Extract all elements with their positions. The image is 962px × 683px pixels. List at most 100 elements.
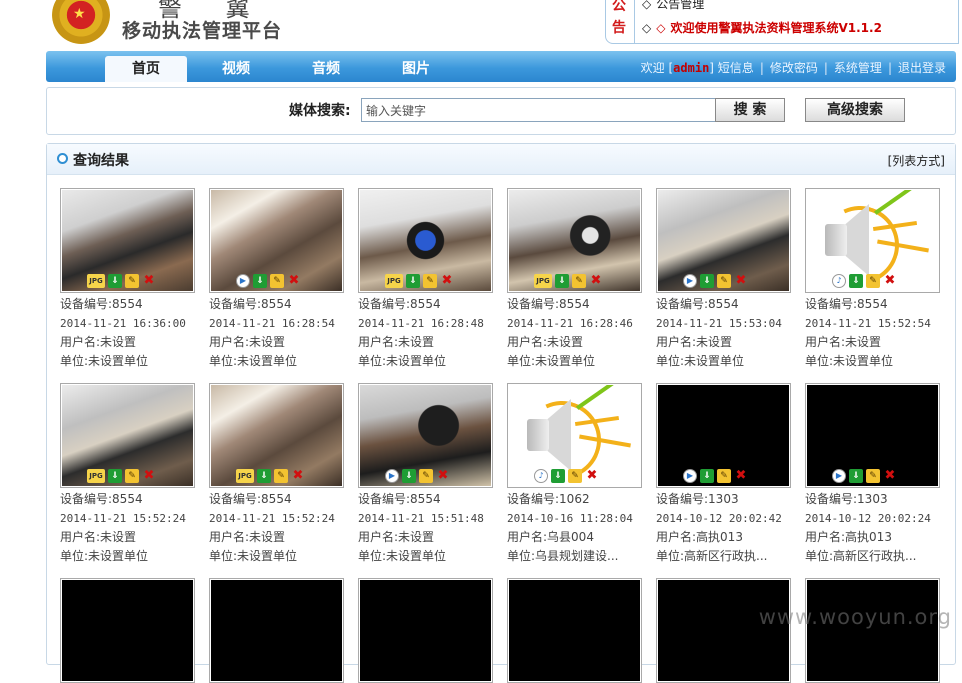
notice-item[interactable]: ◇ ◇ 欢迎使用警翼执法资料管理系统V1.1.2 bbox=[642, 19, 882, 36]
media-thumbnail[interactable]: JPG ⇓ ✎ ✖ bbox=[358, 188, 493, 293]
download-icon[interactable]: ⇓ bbox=[849, 274, 863, 288]
media-thumbnail[interactable]: ▶ ⇓ ✎ ✖ bbox=[805, 383, 940, 488]
media-thumbnail[interactable]: JPG ⇓ ✎ ✖ bbox=[60, 188, 195, 293]
link-logout[interactable]: 退出登录 bbox=[898, 61, 946, 75]
edit-icon[interactable]: ✎ bbox=[866, 469, 880, 483]
download-icon[interactable]: ⇓ bbox=[257, 469, 271, 483]
media-thumbnail[interactable]: ♪ ⇓ ✎ ✖ bbox=[507, 383, 642, 488]
link-change-password[interactable]: 修改密码 bbox=[770, 61, 818, 75]
note-icon[interactable]: ♪ bbox=[534, 469, 548, 483]
delete-icon[interactable]: ✖ bbox=[589, 274, 603, 288]
user-name: 用户名:高执013 bbox=[656, 530, 743, 544]
download-icon[interactable]: ⇓ bbox=[108, 274, 122, 288]
thumbnail-image[interactable] bbox=[360, 580, 491, 681]
media-thumbnail[interactable]: ♪ ⇓ ✎ ✖ bbox=[805, 188, 940, 293]
search-input[interactable] bbox=[361, 98, 719, 122]
edit-icon[interactable]: ✎ bbox=[419, 469, 433, 483]
download-icon[interactable]: ⇓ bbox=[108, 469, 122, 483]
delete-icon[interactable]: ✖ bbox=[883, 274, 897, 288]
thumbnail-image[interactable] bbox=[211, 580, 342, 681]
download-icon[interactable]: ⇓ bbox=[700, 469, 714, 483]
download-icon[interactable]: ⇓ bbox=[700, 274, 714, 288]
edit-icon[interactable]: ✎ bbox=[423, 274, 437, 288]
user-links: 欢迎 [admin] 短信息 | 修改密码 | 系统管理 | 退出登录 bbox=[640, 61, 946, 75]
media-thumbnail[interactable]: JPG ⇓ ✎ ✖ bbox=[209, 383, 344, 488]
delete-icon[interactable]: ✖ bbox=[287, 274, 301, 288]
jpg-badge-icon: JPG bbox=[87, 274, 105, 288]
edit-icon[interactable]: ✎ bbox=[125, 274, 139, 288]
media-meta: 设备编号:8554 2014-11-21 16:36:00 用户名:未设置 单位:未设… bbox=[60, 295, 200, 371]
delete-icon[interactable]: ✖ bbox=[883, 469, 897, 483]
download-icon[interactable]: ⇓ bbox=[551, 469, 565, 483]
main-nav: 首页 视频 音频 图片 欢迎 [admin] 短信息 | 修改密码 | 系统管理 | 退出登… bbox=[46, 51, 956, 82]
media-thumbnail[interactable] bbox=[209, 578, 344, 683]
media-toolbar: ▶ ⇓ ✎ ✖ bbox=[385, 469, 450, 483]
download-icon[interactable]: ⇓ bbox=[406, 274, 420, 288]
timestamp: 2014-11-21 16:28:48 bbox=[358, 317, 484, 330]
edit-icon[interactable]: ✎ bbox=[568, 469, 582, 483]
media-thumbnail[interactable]: ▶ ⇓ ✎ ✖ bbox=[209, 188, 344, 293]
media-thumbnail[interactable] bbox=[805, 578, 940, 683]
delete-icon[interactable]: ✖ bbox=[142, 469, 156, 483]
unit-name: 单位:高新区行政执... bbox=[656, 549, 768, 563]
tab-video[interactable]: 视频 bbox=[196, 56, 276, 82]
media-thumbnail[interactable] bbox=[358, 578, 493, 683]
download-icon[interactable]: ⇓ bbox=[555, 274, 569, 288]
media-thumbnail[interactable]: ▶ ⇓ ✎ ✖ bbox=[656, 188, 791, 293]
note-icon[interactable]: ♪ bbox=[832, 274, 846, 288]
username: admin bbox=[673, 61, 710, 75]
delete-icon[interactable]: ✖ bbox=[291, 469, 305, 483]
edit-icon[interactable]: ✎ bbox=[274, 469, 288, 483]
thumbnail-image[interactable] bbox=[62, 580, 193, 681]
play-icon[interactable]: ▶ bbox=[832, 469, 846, 483]
media-thumbnail[interactable] bbox=[507, 578, 642, 683]
search-button[interactable]: 搜 索 bbox=[715, 98, 785, 122]
edit-icon[interactable]: ✎ bbox=[717, 469, 731, 483]
download-icon[interactable]: ⇓ bbox=[849, 469, 863, 483]
notice-item-text[interactable]: 欢迎使用警翼执法资料管理系统V1.1.2 bbox=[670, 21, 881, 35]
link-system-admin[interactable]: 系统管理 bbox=[834, 61, 882, 75]
delete-icon[interactable]: ✖ bbox=[734, 274, 748, 288]
play-icon[interactable]: ▶ bbox=[236, 274, 250, 288]
notice-item[interactable]: ◇ 公告管理 bbox=[642, 0, 704, 12]
play-icon[interactable]: ▶ bbox=[385, 469, 399, 483]
play-icon[interactable]: ▶ bbox=[683, 469, 697, 483]
tab-image[interactable]: 图片 bbox=[376, 56, 456, 82]
download-icon[interactable]: ⇓ bbox=[253, 274, 267, 288]
media-thumbnail[interactable]: JPG ⇓ ✎ ✖ bbox=[507, 188, 642, 293]
notice-item-text[interactable]: 公告管理 bbox=[656, 0, 704, 11]
app-header: ★ 警 翼 移动执法管理平台 公告 ◇ 公告管理 ◇ ◇ 欢迎使用警翼执法资料管理系统… bbox=[0, 0, 962, 48]
edit-icon[interactable]: ✎ bbox=[125, 469, 139, 483]
delete-icon[interactable]: ✖ bbox=[436, 469, 450, 483]
media-thumbnail[interactable] bbox=[60, 578, 195, 683]
media-thumbnail[interactable]: ▶ ⇓ ✎ ✖ bbox=[358, 383, 493, 488]
link-messages[interactable]: 短信息 bbox=[718, 61, 754, 75]
device-id: 设备编号:8554 bbox=[358, 297, 441, 311]
delete-icon[interactable]: ✖ bbox=[142, 274, 156, 288]
advanced-search-button[interactable]: 高级搜索 bbox=[805, 98, 905, 122]
media-thumbnail[interactable] bbox=[656, 578, 791, 683]
download-icon[interactable]: ⇓ bbox=[402, 469, 416, 483]
tab-home[interactable]: 首页 bbox=[105, 56, 187, 82]
edit-icon[interactable]: ✎ bbox=[270, 274, 284, 288]
media-card: ▶ ⇓ ✎ ✖ 设备编号:8554 2014-11-21 15:53:04 用户名:未设置单… bbox=[656, 188, 796, 371]
device-id: 设备编号:8554 bbox=[507, 297, 590, 311]
thumbnail-image[interactable] bbox=[509, 580, 640, 681]
edit-icon[interactable]: ✎ bbox=[717, 274, 731, 288]
delete-icon[interactable]: ✖ bbox=[440, 274, 454, 288]
unit-name: 单位:高新区行政执... bbox=[805, 549, 917, 563]
thumbnail-image[interactable] bbox=[658, 580, 789, 681]
list-mode-toggle[interactable]: [列表方式] bbox=[888, 152, 945, 169]
media-thumbnail[interactable]: JPG ⇓ ✎ ✖ bbox=[60, 383, 195, 488]
unit-name: 单位:未设置单位 bbox=[358, 354, 447, 368]
tab-audio[interactable]: 音频 bbox=[286, 56, 366, 82]
media-meta: 设备编号:8554 2014-11-21 15:52:24 用户名:未设置 单位:未设… bbox=[60, 490, 200, 566]
play-icon[interactable]: ▶ bbox=[683, 274, 697, 288]
media-thumbnail[interactable]: ▶ ⇓ ✎ ✖ bbox=[656, 383, 791, 488]
delete-icon[interactable]: ✖ bbox=[585, 469, 599, 483]
edit-icon[interactable]: ✎ bbox=[866, 274, 880, 288]
edit-icon[interactable]: ✎ bbox=[572, 274, 586, 288]
timestamp: 2014-10-16 11:28:04 bbox=[507, 512, 633, 525]
thumbnail-image[interactable] bbox=[807, 580, 938, 681]
delete-icon[interactable]: ✖ bbox=[734, 469, 748, 483]
